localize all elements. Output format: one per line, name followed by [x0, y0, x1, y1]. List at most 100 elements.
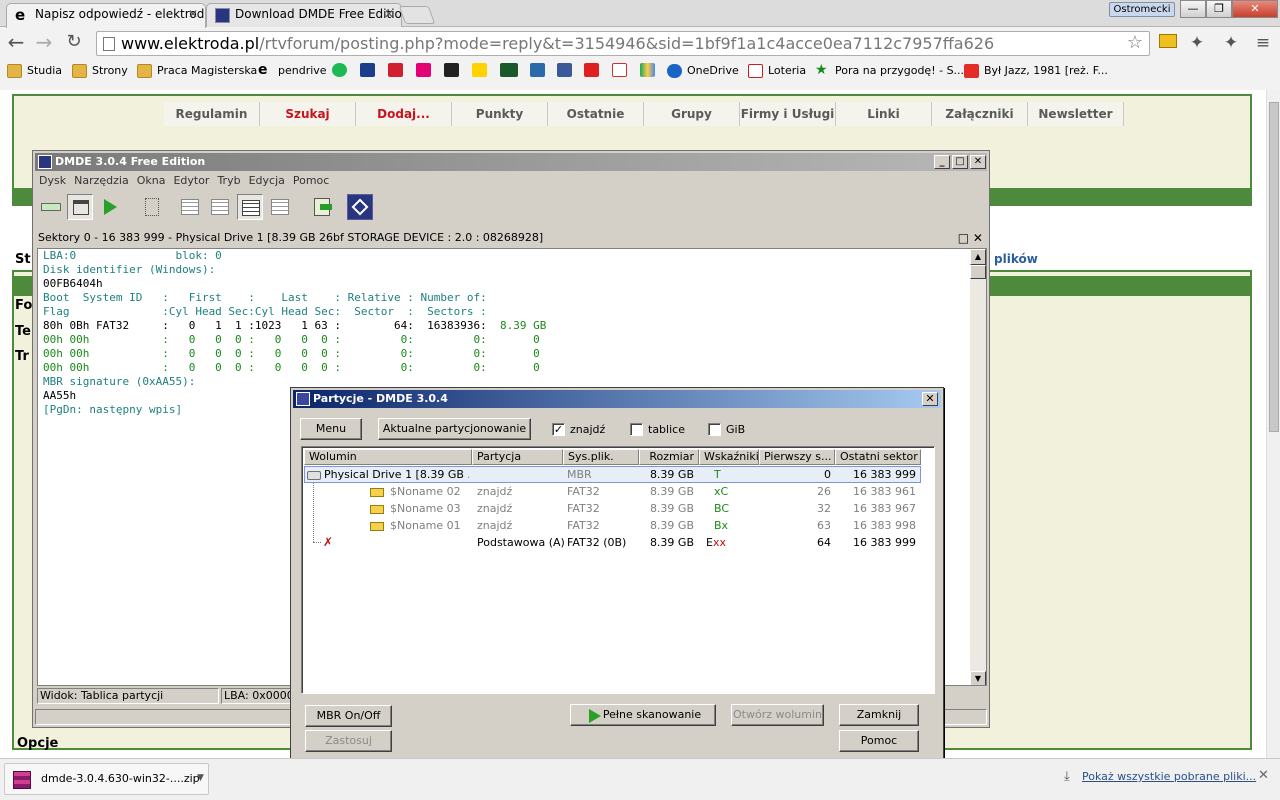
- menu-button[interactable]: Menu: [300, 418, 362, 440]
- bookmark-spotify[interactable]: [332, 63, 347, 81]
- drive-icon[interactable]: [38, 194, 64, 220]
- scroll-down-icon[interactable]: ▼: [970, 671, 986, 685]
- tree-icon[interactable]: [139, 194, 165, 220]
- minimize-button[interactable]: —: [1180, 0, 1206, 18]
- column-header[interactable]: Ostatni sektor: [835, 449, 921, 465]
- tab-elektroda[interactable]: e Napisz odpowiedź - elektroda ✕: [6, 3, 206, 28]
- full-scan-button[interactable]: Pełne skanowanie: [570, 704, 716, 726]
- tab-dmde-download[interactable]: Download DMDE Free Edition ✕: [206, 3, 402, 27]
- scroll-thumb[interactable]: [1269, 102, 1279, 432]
- nav-grupy[interactable]: Grupy: [644, 102, 740, 126]
- bookmark-y[interactable]: [472, 63, 487, 81]
- table-row[interactable]: $Noname 03 znajdź FAT32 8.39 GB BC 32 16…: [304, 500, 934, 517]
- close-button[interactable]: ✕: [970, 155, 986, 169]
- profile-badge[interactable]: Ostromecki: [1109, 2, 1175, 17]
- plikow-link[interactable]: plików: [994, 252, 1038, 266]
- menu-tryb[interactable]: Tryb: [213, 172, 244, 190]
- nav-zalaczniki[interactable]: Załączniki: [932, 102, 1028, 126]
- nav-punkty[interactable]: Punkty: [452, 102, 548, 126]
- nav-ostatnie[interactable]: Ostatnie: [548, 102, 644, 126]
- puzzle-icon[interactable]: ✦: [1186, 32, 1208, 54]
- column-header[interactable]: Wskaźniki: [699, 449, 759, 465]
- bookmark-x[interactable]: [444, 63, 459, 81]
- bookmark-facebook[interactable]: [557, 63, 572, 81]
- download-item[interactable]: dmde-3.0.4.630-win32-....zip ▼: [4, 763, 209, 795]
- bookmark-jazz[interactable]: Był Jazz, 1981 [reż. F...: [964, 63, 1108, 81]
- bookmark-studia[interactable]: Studia: [7, 63, 62, 81]
- address-bar[interactable]: www.elektroda.pl/rtvforum/posting.php?mo…: [96, 31, 1150, 56]
- menu-pomoc[interactable]: Pomoc: [289, 172, 333, 190]
- bookmark-strony[interactable]: Strony: [72, 63, 128, 81]
- nav-dodaj[interactable]: Dodaj...: [356, 102, 452, 126]
- scroll-up-icon[interactable]: ▲: [970, 249, 986, 265]
- show-all-downloads-link[interactable]: ⤓ Pokaż wszystkie pobrane pliki...: [1064, 769, 1256, 784]
- table-row[interactable]: Physical Drive 1 [8.39 GB ... MBR 8.39 G…: [304, 466, 934, 483]
- bookmark-loteria[interactable]: Loteria: [748, 63, 806, 81]
- partition-list[interactable]: Wolumin Partycja Sys.plik. Rozmiar Wskaź…: [301, 446, 935, 694]
- bookmark-gmail[interactable]: [612, 63, 627, 81]
- bookmark-a[interactable]: [530, 63, 545, 81]
- dialog-titlebar[interactable]: Partycje - DMDE 3.0.4 ✕: [293, 390, 941, 408]
- close-dialog-button[interactable]: Zamknij: [839, 704, 919, 726]
- menu-icon[interactable]: ≡: [1252, 32, 1274, 54]
- bookmark-wp[interactable]: [584, 63, 599, 81]
- menu-edytor[interactable]: Edytor: [169, 172, 213, 190]
- page-scrollbar[interactable]: [1266, 90, 1280, 758]
- mbr-onoff-button[interactable]: MBR On/Off: [305, 705, 392, 727]
- folder-extension-icon[interactable]: [1157, 32, 1179, 54]
- reload-icon[interactable]: ↻: [62, 31, 86, 53]
- nav-linki[interactable]: Linki: [836, 102, 932, 126]
- dir-view-icon[interactable]: [267, 194, 293, 220]
- bookmark-star-icon[interactable]: ☆: [1127, 32, 1143, 53]
- column-header[interactable]: Sys.plik.: [563, 449, 639, 465]
- export-icon[interactable]: [309, 194, 335, 220]
- bookmark-pendrive[interactable]: e pendrive: [258, 63, 327, 81]
- close-icon[interactable]: ✕: [188, 7, 198, 21]
- open-volume-button[interactable]: Otwórz wolumin: [731, 704, 824, 726]
- table-row[interactable]: ✗ Podstawowa (A) FAT32 (0B) 8.39 GB Exx …: [304, 534, 934, 551]
- apply-button[interactable]: Zastosuj: [305, 730, 392, 752]
- table-view-icon[interactable]: [237, 194, 263, 220]
- nav-newsletter[interactable]: Newsletter: [1028, 102, 1124, 126]
- menu-edycja[interactable]: Edycja: [245, 172, 289, 190]
- column-header[interactable]: Wolumin: [304, 449, 472, 465]
- nav-szukaj[interactable]: Szukaj: [260, 102, 356, 126]
- table-row[interactable]: $Noname 02 znajdź FAT32 8.39 GB xC 26 16…: [304, 483, 934, 500]
- scroll-thumb[interactable]: [970, 265, 986, 279]
- bookmark-praca[interactable]: Praca Magisterska: [137, 63, 257, 81]
- gib-checkbox[interactable]: GiB: [708, 423, 745, 437]
- back-icon[interactable]: ←: [4, 31, 28, 53]
- restore-button[interactable]: ❐: [1206, 0, 1232, 18]
- sectors-controls[interactable]: □ ✕: [958, 229, 983, 247]
- maximize-button[interactable]: □: [952, 155, 968, 169]
- bookmark-onedrive[interactable]: OneDrive: [667, 63, 739, 81]
- new-tab-button[interactable]: [398, 6, 436, 24]
- close-button[interactable]: ✕: [922, 392, 938, 406]
- play-icon[interactable]: [97, 194, 123, 220]
- bookmark-vk[interactable]: [388, 63, 403, 81]
- close-window-button[interactable]: ✕: [1232, 0, 1278, 18]
- nav-firmy[interactable]: Firmy i Usługi: [740, 102, 836, 126]
- menu-okna[interactable]: Okna: [133, 172, 170, 190]
- puzzle-icon[interactable]: ✦: [1220, 32, 1242, 54]
- bookmark-pko[interactable]: [360, 63, 375, 81]
- forward-icon[interactable]: →: [32, 31, 56, 53]
- help-button[interactable]: Pomoc: [839, 730, 919, 752]
- menu-narzedzia[interactable]: Narzędzia: [70, 172, 133, 190]
- bookmark-tmobile[interactable]: [416, 63, 431, 81]
- column-header[interactable]: Rozmiar: [639, 449, 699, 465]
- menu-dysk[interactable]: Dysk: [35, 172, 70, 190]
- find-checkbox[interactable]: ✓ znajdź: [552, 423, 605, 437]
- partitions-icon[interactable]: [67, 194, 93, 220]
- bookmark-ibl[interactable]: [500, 63, 518, 81]
- nav-regulamin[interactable]: Regulamin: [164, 102, 260, 126]
- close-icon[interactable]: ✕: [384, 7, 394, 21]
- dmde-titlebar[interactable]: DMDE 3.0.4 Free Edition _ □ ✕: [35, 153, 987, 171]
- hex-view-icon[interactable]: [177, 194, 203, 220]
- dmde-logo-icon[interactable]: [347, 194, 373, 220]
- chevron-down-icon[interactable]: ▼: [197, 773, 204, 783]
- close-icon[interactable]: ✕: [1258, 768, 1269, 783]
- tables-checkbox[interactable]: tablice: [630, 423, 685, 437]
- minimize-button[interactable]: _: [934, 155, 950, 169]
- column-header[interactable]: Pierwszy s...: [759, 449, 835, 465]
